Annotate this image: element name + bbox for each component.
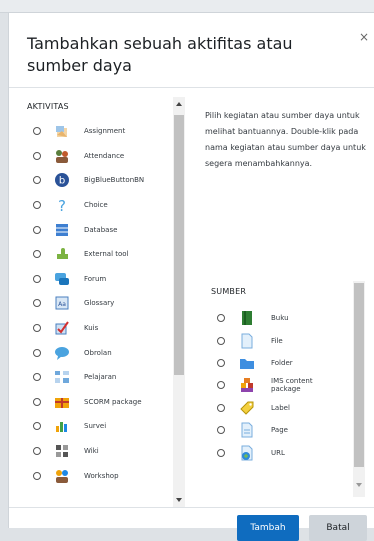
- footer-divider: [9, 507, 374, 508]
- list-item[interactable]: ? Choice: [21, 193, 173, 218]
- radio-button[interactable]: [217, 448, 225, 457]
- scroll-up-icon[interactable]: [176, 102, 182, 106]
- list-item[interactable]: Wiki: [21, 439, 173, 464]
- activity-chooser-dialog: Tambahkan sebuah aktifitas atau sumber d…: [8, 13, 374, 541]
- list-item[interactable]: Database: [21, 217, 173, 242]
- list-item[interactable]: Assignment: [21, 119, 173, 144]
- activities-header: AKTIVITAS: [27, 102, 69, 111]
- database-icon: [54, 222, 70, 238]
- radio-button[interactable]: [33, 422, 41, 431]
- scorm-icon: [54, 394, 70, 410]
- radio-button[interactable]: [33, 447, 41, 456]
- svg-text:Aa: Aa: [58, 301, 66, 308]
- radio-button[interactable]: [33, 471, 41, 480]
- list-item[interactable]: b BigBlueButtonBN: [21, 168, 173, 193]
- list-item[interactable]: Obrolan: [21, 340, 173, 365]
- resources-list: Buku File Folder IMS content package Lab…: [205, 307, 353, 464]
- bigbluebutton-icon: b: [54, 172, 70, 188]
- ims-package-icon: [239, 377, 255, 393]
- radio-button[interactable]: [33, 250, 41, 259]
- forum-icon: [54, 271, 70, 287]
- page-top-bar: [0, 0, 374, 13]
- book-icon: [239, 310, 255, 326]
- radio-button[interactable]: [217, 358, 225, 367]
- page-icon: [239, 422, 255, 438]
- list-item[interactable]: External tool: [21, 242, 173, 267]
- add-button[interactable]: Tambah: [237, 515, 299, 541]
- radio-button[interactable]: [217, 426, 225, 435]
- resources-header: SUMBER: [211, 287, 247, 296]
- help-text: Pilih kegiatan atau sumber daya untuk me…: [205, 111, 366, 168]
- list-item[interactable]: Label: [205, 397, 353, 419]
- header-divider: [9, 87, 374, 88]
- radio-button[interactable]: [33, 373, 41, 382]
- list-item[interactable]: Workshop: [21, 463, 173, 488]
- list-item[interactable]: Survei: [21, 414, 173, 439]
- attendance-icon: [54, 148, 70, 164]
- radio-button[interactable]: [33, 201, 41, 210]
- activities-list: Assignment Attendance b BigBlueButtonBN ?…: [21, 119, 173, 488]
- resources-scrollbar[interactable]: [353, 281, 365, 497]
- radio-button[interactable]: [217, 336, 225, 345]
- radio-button[interactable]: [33, 397, 41, 406]
- close-icon[interactable]: ×: [358, 31, 370, 43]
- list-item[interactable]: Buku: [205, 307, 353, 329]
- resources-panel: SUMBER Buku File Folder IMS content pack…: [205, 281, 367, 497]
- radio-button[interactable]: [33, 225, 41, 234]
- scrollbar-thumb[interactable]: [354, 283, 364, 467]
- label-icon: [239, 400, 255, 416]
- radio-button[interactable]: [217, 403, 225, 412]
- list-item[interactable]: Pelajaran: [21, 365, 173, 390]
- folder-icon: [239, 355, 255, 371]
- wiki-icon: [54, 443, 70, 459]
- assignment-icon: [54, 123, 70, 139]
- scroll-down-icon[interactable]: [176, 498, 182, 502]
- radio-button[interactable]: [33, 176, 41, 185]
- list-item[interactable]: Forum: [21, 267, 173, 292]
- svg-text:?: ?: [58, 197, 66, 213]
- list-item[interactable]: Attendance: [21, 144, 173, 169]
- workshop-icon: [54, 468, 70, 484]
- radio-button[interactable]: [33, 324, 41, 333]
- list-item[interactable]: IMS content package: [205, 374, 353, 396]
- scrollbar-thumb[interactable]: [174, 115, 184, 375]
- scroll-down-icon[interactable]: [356, 483, 362, 487]
- radio-button[interactable]: [33, 274, 41, 283]
- svg-text:b: b: [59, 176, 65, 187]
- survey-icon: [54, 418, 70, 434]
- glossary-icon: Aa: [54, 295, 70, 311]
- list-item[interactable]: Folder: [205, 352, 353, 374]
- list-item[interactable]: Aa Glossary: [21, 291, 173, 316]
- radio-button[interactable]: [33, 151, 41, 160]
- choice-icon: ?: [54, 197, 70, 213]
- list-item[interactable]: File: [205, 329, 353, 351]
- list-item[interactable]: Kuis: [21, 316, 173, 341]
- activities-scrollbar[interactable]: [173, 97, 185, 507]
- radio-button[interactable]: [33, 127, 41, 136]
- file-icon: [239, 333, 255, 349]
- list-item[interactable]: URL: [205, 441, 353, 463]
- radio-button[interactable]: [33, 348, 41, 357]
- radio-button[interactable]: [33, 299, 41, 308]
- external-tool-icon: [54, 246, 70, 262]
- chat-icon: [54, 345, 70, 361]
- list-item[interactable]: Page: [205, 419, 353, 441]
- url-icon: [239, 445, 255, 461]
- radio-button[interactable]: [217, 381, 225, 390]
- activities-panel: AKTIVITAS Assignment Attendance b BigBlue…: [21, 97, 189, 507]
- radio-button[interactable]: [217, 314, 225, 323]
- list-item[interactable]: SCORM package: [21, 390, 173, 415]
- cancel-button[interactable]: Batal: [309, 515, 367, 541]
- quiz-icon: [54, 320, 70, 336]
- lesson-icon: [54, 369, 70, 385]
- dialog-title: Tambahkan sebuah aktifitas atau sumber d…: [27, 34, 293, 75]
